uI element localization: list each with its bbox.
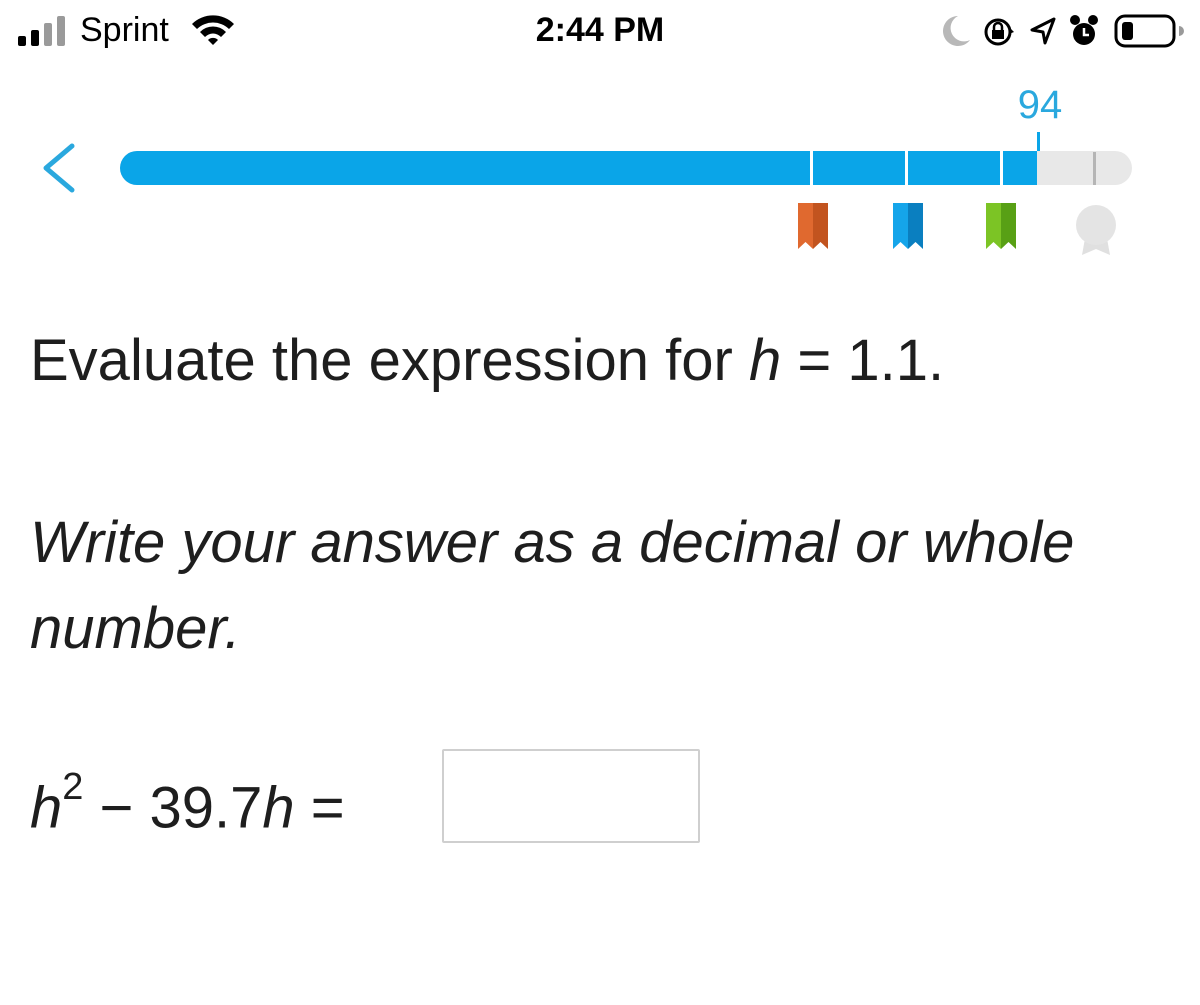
blue-ribbon-icon (893, 203, 923, 249)
smartscore-value: 94 (1017, 83, 1063, 127)
progress-segment-divider (810, 151, 813, 185)
back-chevron-icon[interactable] (36, 140, 82, 196)
battery-icon (1114, 14, 1184, 48)
alarm-icon (1070, 15, 1098, 45)
expression-variable-2: h (262, 775, 295, 841)
prompt-value: = 1.1. (781, 328, 945, 393)
carrier-name: Sprint (80, 11, 169, 49)
progress-fill (120, 151, 1037, 185)
expression-exponent: 2 (62, 766, 84, 808)
progress-segment-divider (1000, 151, 1003, 185)
expression-variable: h (30, 775, 63, 841)
signal-icon (18, 14, 70, 46)
progress-track (120, 151, 1132, 185)
expression-middle: − 39.7 (83, 775, 263, 841)
progress-goal-tick (1093, 152, 1096, 185)
moon-icon (943, 16, 970, 47)
location-arrow-icon (1030, 17, 1056, 45)
question-instruction: Write your answer as a decimal or whole … (30, 510, 1075, 661)
green-ribbon-icon (986, 203, 1016, 249)
expression-equals: = (294, 775, 345, 841)
answer-input[interactable] (442, 749, 700, 843)
orientation-lock-icon (984, 18, 1014, 46)
status-right-icons (936, 10, 1186, 59)
question-prompt: Evaluate the expression for h = 1.1. (30, 326, 944, 396)
orange-ribbon-icon (798, 203, 828, 249)
progress-segment-divider (905, 151, 908, 185)
gray-medal-icon (1074, 203, 1118, 255)
wifi-icon (190, 12, 236, 51)
prompt-prefix: Evaluate the expression for (30, 328, 749, 393)
prompt-variable: h (748, 328, 782, 393)
math-expression: h2 − 39.7h = (30, 760, 345, 843)
